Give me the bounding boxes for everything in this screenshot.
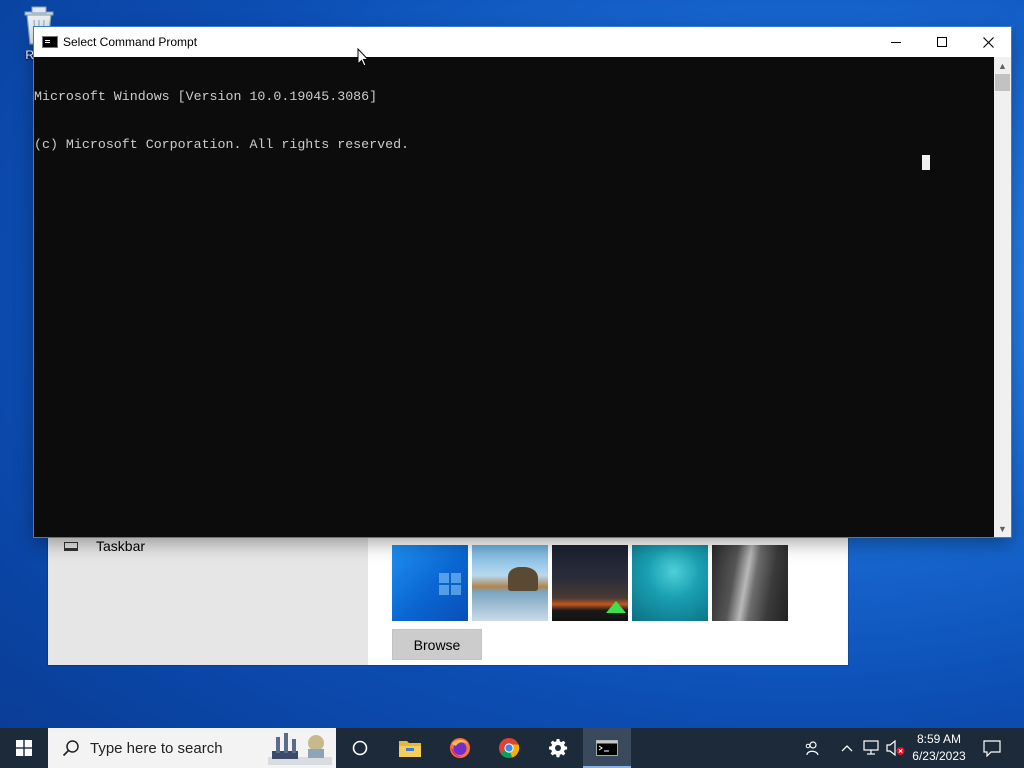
text-cursor	[922, 155, 930, 170]
action-center-button[interactable]	[978, 728, 1006, 768]
close-icon	[982, 36, 994, 48]
title-bar[interactable]: Select Command Prompt	[34, 27, 1011, 57]
scroll-thumb[interactable]	[995, 74, 1010, 91]
close-button[interactable]	[965, 27, 1011, 57]
notification-icon	[983, 740, 1001, 757]
console-line: Microsoft Windows [Version 10.0.19045.30…	[34, 89, 378, 104]
windows-logo-icon	[16, 740, 32, 756]
chrome-button[interactable]	[489, 728, 529, 768]
browse-button[interactable]: Browse	[392, 629, 482, 660]
search-icon	[62, 740, 79, 757]
people-icon	[805, 741, 819, 756]
mouse-pointer-icon	[357, 48, 369, 67]
chevron-up-icon	[841, 745, 853, 752]
cortana-button[interactable]	[340, 728, 380, 768]
settings-button[interactable]	[538, 728, 578, 768]
command-prompt-app-icon[interactable]	[42, 36, 58, 48]
console-line: (c) Microsoft Corporation. All rights re…	[34, 137, 410, 152]
firefox-icon	[450, 738, 470, 758]
maximize-icon	[937, 37, 947, 47]
start-button[interactable]	[0, 728, 48, 768]
settings-gear-icon	[549, 739, 568, 758]
scroll-down-arrow-icon[interactable]: ▼	[994, 520, 1011, 537]
window-title: Select Command Prompt	[63, 35, 198, 49]
search-placeholder: Type here to search	[90, 739, 223, 757]
wallpaper-thumbnail-waterfall[interactable]	[712, 545, 788, 621]
command-prompt-window[interactable]: Select Command Prompt Microsoft Windows …	[34, 27, 1011, 537]
vertical-scrollbar[interactable]: ▲ ▼	[994, 57, 1011, 537]
wallpaper-thumbnail-night-sky[interactable]	[552, 545, 628, 621]
show-hidden-icons-button[interactable]	[838, 728, 856, 768]
wallpaper-thumbnail-beach[interactable]	[472, 545, 548, 621]
clock-time: 8:59 AM	[916, 732, 962, 746]
command-prompt-taskbar-button[interactable]	[583, 728, 631, 768]
minimize-icon	[891, 42, 901, 43]
network-button[interactable]	[862, 728, 882, 768]
sidebar-item-taskbar[interactable]: Taskbar	[64, 538, 145, 554]
command-prompt-icon	[596, 740, 618, 756]
people-button[interactable]	[800, 728, 824, 768]
wallpaper-thumbnail-windows[interactable]	[392, 545, 468, 621]
scroll-up-arrow-icon[interactable]: ▲	[994, 57, 1011, 74]
picture-choices	[392, 545, 788, 621]
console-output[interactable]: Microsoft Windows [Version 10.0.19045.30…	[34, 57, 994, 537]
search-highlight-illustration-icon	[268, 733, 332, 765]
search-box[interactable]: Type here to search	[48, 728, 336, 768]
taskbar: Type here to search 8:59 AM 6/23/2023	[0, 728, 1024, 768]
volume-button[interactable]	[884, 728, 908, 768]
network-icon	[863, 740, 879, 755]
file-explorer-button[interactable]	[390, 728, 430, 768]
wallpaper-thumbnail-underwater[interactable]	[632, 545, 708, 621]
chrome-icon	[499, 738, 520, 758]
volume-muted-icon	[886, 740, 905, 756]
minimize-button[interactable]	[873, 27, 919, 57]
clock[interactable]: 8:59 AM 6/23/2023	[908, 728, 970, 768]
file-explorer-icon	[399, 741, 421, 757]
cortana-icon	[352, 740, 368, 756]
clock-date: 6/23/2023	[912, 749, 966, 763]
firefox-button[interactable]	[440, 728, 480, 768]
maximize-button[interactable]	[919, 27, 965, 57]
sidebar-item-label: Taskbar	[96, 538, 146, 554]
taskbar-icon	[64, 541, 78, 551]
